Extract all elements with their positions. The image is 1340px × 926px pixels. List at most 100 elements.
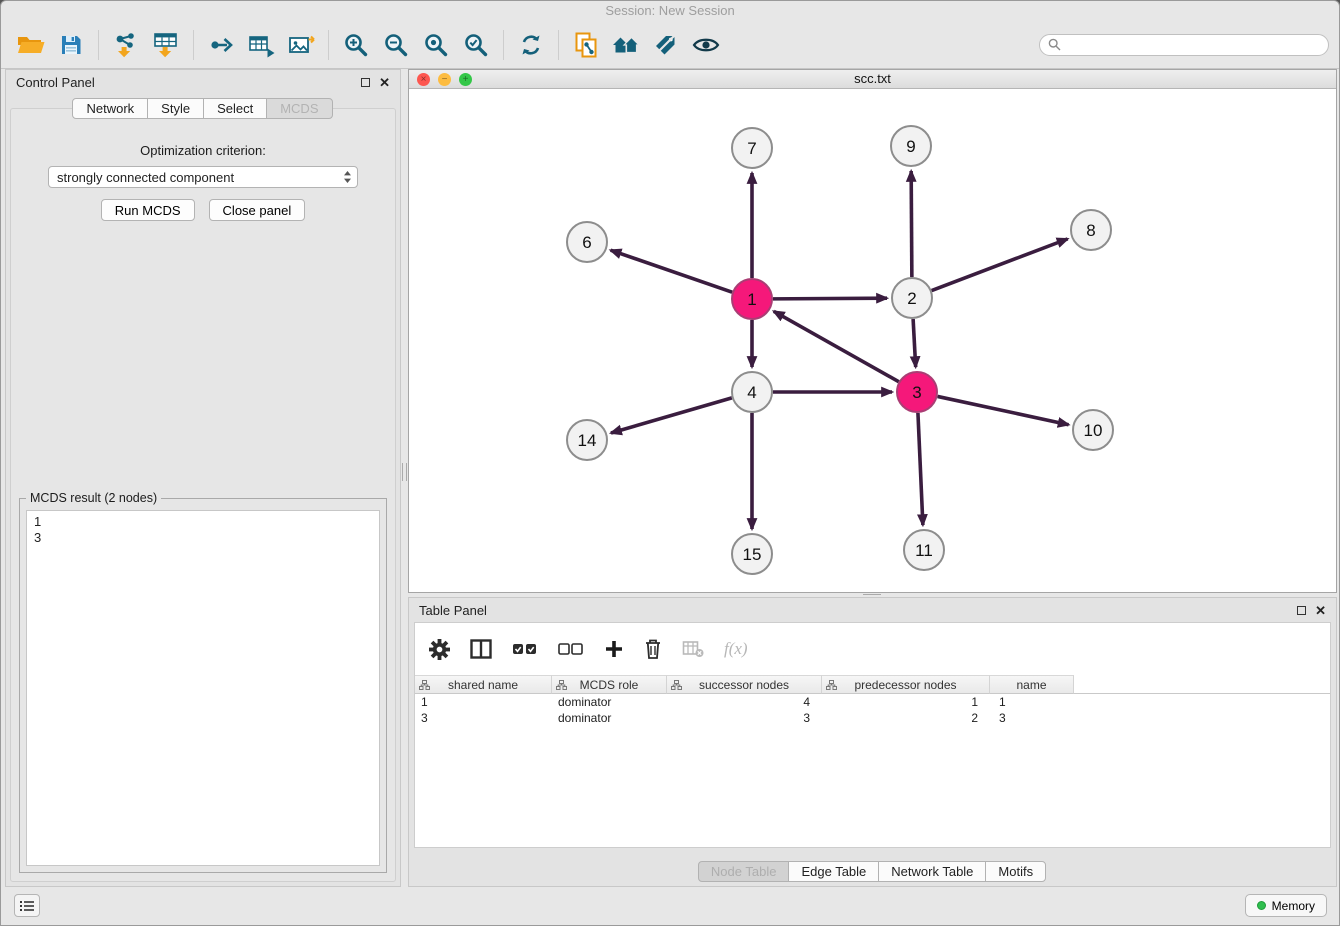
graph-node-6[interactable]: 6 [567,222,607,262]
zoom-fit-button[interactable] [416,27,456,63]
table-row[interactable]: 1 dominator 4 1 1 [415,694,1330,710]
network-graph[interactable]: 7 9 6 8 1 2 4 3 14 10 15 11 [409,89,1336,592]
cell-successor-nodes[interactable]: 3 [667,710,822,726]
table-panel-close-button[interactable]: ✕ [1315,604,1326,617]
graph-edge-2-3[interactable] [913,319,916,367]
unchecked-boxes-icon [558,641,584,657]
delete-column-button[interactable] [644,638,662,660]
create-column-button[interactable] [604,639,624,659]
tab-edge-table[interactable]: Edge Table [788,861,879,882]
import-table-button[interactable] [146,27,186,63]
cell-shared-name[interactable]: 3 [415,710,552,726]
cell-predecessor-nodes[interactable]: 2 [822,710,990,726]
table-toolbar: f(x) [415,623,1330,675]
label-tag-icon [653,33,679,57]
zoom-out-button[interactable] [376,27,416,63]
network-minimize-button[interactable]: − [438,73,451,86]
optimization-criterion-dropdown[interactable]: strongly connected component [48,166,358,188]
export-network-icon [208,32,234,58]
select-all-columns-button[interactable] [512,641,538,657]
deselect-all-columns-button[interactable] [558,641,584,657]
refresh-layout-button[interactable] [511,27,551,63]
graph-edge-3-10[interactable] [938,396,1069,424]
search-input[interactable] [1066,37,1320,52]
open-session-button[interactable] [11,27,51,63]
show-graphics-details-button[interactable] [686,27,726,63]
graph-node-4[interactable]: 4 [732,372,772,412]
tab-motifs[interactable]: Motifs [985,861,1046,882]
table-row[interactable]: 3 dominator 3 2 3 [415,710,1330,726]
cell-shared-name[interactable]: 1 [415,694,552,710]
clone-network-button[interactable] [566,27,606,63]
graph-node-9[interactable]: 9 [891,126,931,166]
export-table-button[interactable] [241,27,281,63]
double-home-icon [611,33,641,57]
cell-mcds-role[interactable]: dominator [552,710,667,726]
column-header-successor-nodes[interactable]: successor nodes [667,675,822,694]
graph-node-2[interactable]: 2 [892,278,932,318]
graph-node-3[interactable]: 3 [897,372,937,412]
graph-edge-1-2[interactable] [773,298,887,299]
tab-mcds[interactable]: MCDS [266,98,332,119]
table-settings-button[interactable] [429,639,450,660]
status-menu-button[interactable] [14,894,40,917]
graph-edge-1-6[interactable] [611,250,733,292]
zoom-selected-button[interactable] [456,27,496,63]
graph-edge-3-11[interactable] [918,413,923,525]
column-header-predecessor-nodes[interactable]: predecessor nodes [822,675,990,694]
graph-edge-2-9[interactable] [911,171,912,277]
table-panel-title: Table Panel [419,603,487,618]
tab-network[interactable]: Network [72,98,148,119]
network-zoom-button[interactable]: + [459,73,472,86]
cell-name[interactable]: 3 [990,710,1074,726]
zoom-in-button[interactable] [336,27,376,63]
label-tag-button[interactable] [646,27,686,63]
table-panel-float-button[interactable] [1297,606,1306,615]
graph-node-15[interactable]: 15 [732,534,772,574]
column-header-shared-name[interactable]: shared name [415,675,552,694]
graph-node-8[interactable]: 8 [1071,210,1111,250]
graph-edge-3-1[interactable] [774,311,899,381]
function-builder-button: f(x) [724,639,748,659]
memory-button[interactable]: Memory [1245,894,1327,917]
control-panel-float-button[interactable] [361,78,370,87]
mcds-result-list[interactable]: 1 3 [26,510,380,866]
tab-network-table[interactable]: Network Table [878,861,986,882]
cell-predecessor-nodes[interactable]: 1 [822,694,990,710]
run-mcds-button[interactable]: Run MCDS [101,199,195,221]
search-box[interactable] [1039,34,1329,56]
tab-style[interactable]: Style [147,98,204,119]
home-button[interactable] [606,27,646,63]
graph-node-14[interactable]: 14 [567,420,607,460]
close-panel-button[interactable]: Close panel [209,199,306,221]
network-close-button[interactable]: × [417,73,430,86]
network-view-window: × − + scc.txt 7 9 6 8 1 2 4 3 14 10 15 11 [408,69,1337,593]
network-canvas[interactable]: 7 9 6 8 1 2 4 3 14 10 15 11 [409,89,1336,592]
graph-edge-2-8[interactable] [932,239,1068,291]
show-column-button[interactable] [470,639,492,659]
network-window-titlebar: × − + scc.txt [409,70,1336,89]
graph-node-1[interactable]: 1 [732,279,772,319]
export-network-button[interactable] [201,27,241,63]
vertical-splitter-handle[interactable] [402,463,407,481]
import-network-button[interactable] [106,27,146,63]
column-header-mcds-role[interactable]: MCDS role [552,675,667,694]
network-window-title: scc.txt [854,71,891,86]
save-session-button[interactable] [51,27,91,63]
graph-node-11[interactable]: 11 [904,530,944,570]
cell-mcds-role[interactable]: dominator [552,694,667,710]
column-header-name[interactable]: name [990,675,1074,694]
toolbar-separator [98,30,99,60]
column-label: shared name [448,678,518,692]
tab-node-table[interactable]: Node Table [698,861,790,882]
table-header-row: shared name MCDS role successor nodes pr… [415,675,1330,694]
graph-edge-4-14[interactable] [611,398,732,433]
cell-name[interactable]: 1 [990,694,1074,710]
control-panel-close-button[interactable]: ✕ [379,76,390,89]
tab-select[interactable]: Select [203,98,267,119]
svg-text:2: 2 [907,289,916,308]
cell-successor-nodes[interactable]: 4 [667,694,822,710]
graph-node-7[interactable]: 7 [732,128,772,168]
export-image-button[interactable] [281,27,321,63]
graph-node-10[interactable]: 10 [1073,410,1113,450]
